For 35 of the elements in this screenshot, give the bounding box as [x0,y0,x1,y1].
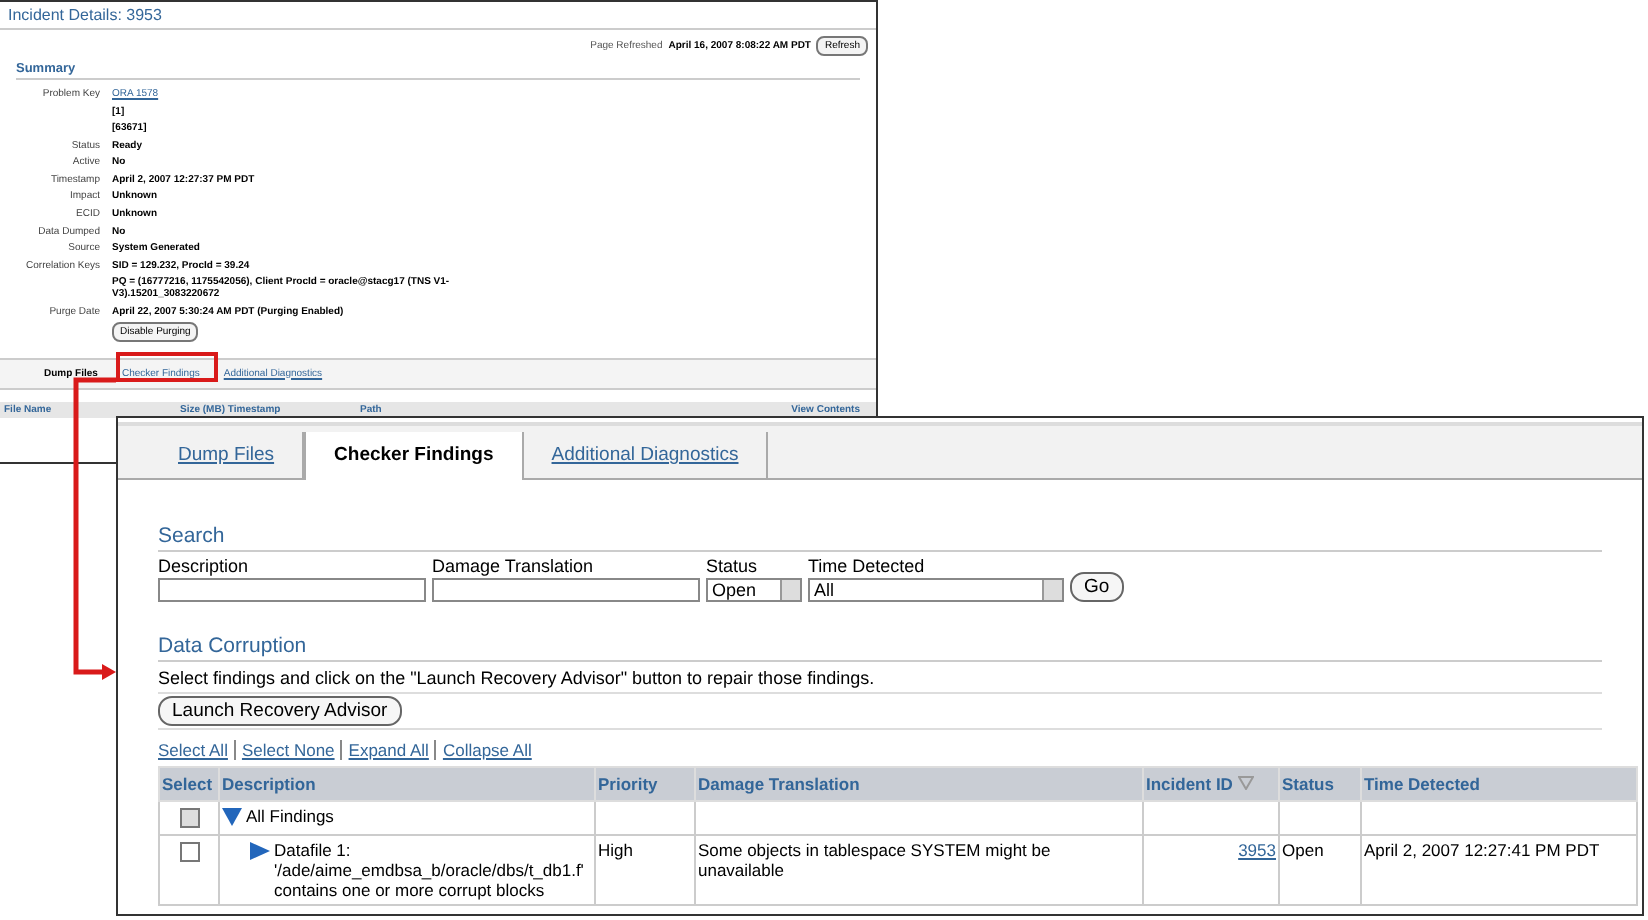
input-field[interactable] [158,578,426,602]
table-action-link[interactable]: Collapse All [442,740,532,760]
damage-translation-cell: Some objects in tablespace SYSTEM might be unavailable [698,840,1051,880]
column-header: Status [1279,767,1361,801]
window-title: Incident Details: 3953 [0,2,876,30]
tab[interactable]: Checker Findings [304,432,524,480]
column-header: Incident ID [1143,767,1279,801]
field-label: Damage Translation [432,556,596,576]
field-label: Time Detected [808,556,927,576]
column-header: Damage Translation [695,767,1143,801]
column-header: Time Detected [1361,767,1637,801]
go-button[interactable]: Go [1070,572,1124,602]
sort-icon [1237,776,1254,790]
priority-cell: High [598,840,633,860]
section-heading: Data Corruption [158,634,1602,662]
instruction-text: Select findings and click on the "Launch Recovery Advisor" button to repair those findings. [158,668,877,688]
column-header: Priority [595,767,695,801]
finding-description: Datafile 1: '/ade/aime_emdbsa_b/oracle/dbs/t_db1.f' contains one or more corrupt blocks [274,840,586,900]
column-header: Description [219,767,595,801]
tab[interactable]: Additional Diagnostics [523,432,769,478]
time-detected-cell: April 2, 2007 12:27:41 PM PDT [1364,840,1600,860]
input-field[interactable] [432,578,700,602]
dropdown[interactable]: Open [706,578,802,602]
dropdown[interactable]: All [808,578,1064,602]
finding-description: All Findings [246,806,334,826]
launch-recovery-advisor-button[interactable]: Launch Recovery Advisor [158,696,402,726]
section-heading: Search [158,524,1602,552]
highlight-frame [116,352,218,382]
field-label: Status [706,556,760,576]
table-action-link[interactable]: Select None [241,740,335,760]
table-action-link[interactable]: Select All [158,740,228,760]
field-label: Description [158,556,251,576]
table-action-link[interactable]: Expand All [348,740,429,760]
status-cell: Open [1282,840,1324,860]
column-header: Select [159,767,219,801]
